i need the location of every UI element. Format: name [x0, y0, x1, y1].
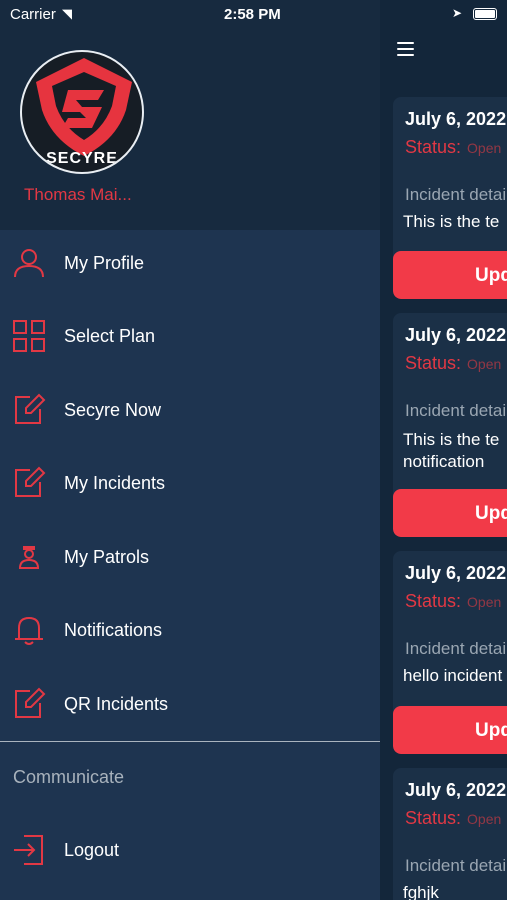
- menu-label: My Patrols: [64, 547, 150, 567]
- status-bar: Carrier ◥ 2:58 PM ➤: [0, 0, 507, 28]
- incident-card[interactable]: July 6, 2022 Status:Open Incident detail…: [393, 313, 507, 537]
- edit-icon: [15, 393, 46, 424]
- logout-icon: [14, 835, 43, 865]
- clock: 2:58 PM: [224, 6, 281, 23]
- avatar[interactable]: SECYRE: [20, 50, 144, 174]
- incident-status: Status: Open: [405, 591, 502, 611]
- edit-icon: [15, 687, 46, 718]
- menu-item-qr-incidents[interactable]: QR Incidents: [0, 669, 380, 739]
- incident-detail-text: This is the te notification: [403, 430, 500, 471]
- incident-card[interactable]: July 6, 2022 Status:Open Incident detail…: [393, 97, 507, 299]
- edit-icon: [15, 466, 46, 497]
- update-button[interactable]: Update: [393, 489, 507, 537]
- incident-detail-text: hello incident: [403, 666, 503, 685]
- brand-text: SECYRE: [46, 150, 118, 167]
- menu-item-my-incidents[interactable]: My Incidents: [0, 448, 380, 518]
- menu-label: Secyre Now: [64, 400, 162, 420]
- menu-label: Select Plan: [64, 326, 156, 346]
- wifi-icon: ◥: [62, 6, 72, 21]
- incident-detail-label: Incident details: [405, 185, 507, 204]
- section-communicate: Communicate: [13, 767, 125, 787]
- grid-icon: [13, 320, 45, 352]
- drawer-divider: [0, 741, 380, 742]
- incident-detail-label: Incident details: [405, 639, 507, 658]
- hamburger-menu-icon[interactable]: [397, 42, 419, 62]
- incident-card[interactable]: July 6, 2022 Status:Open Incident detail…: [393, 551, 507, 754]
- incident-status: Status: Open: [405, 353, 502, 373]
- menu-label: My Profile: [64, 253, 145, 273]
- incident-detail-label: Incident details: [405, 856, 507, 875]
- menu-item-my-patrols[interactable]: My Patrols: [0, 522, 380, 592]
- side-drawer: SECYRE Thomas Mai... My Profile Select P…: [0, 0, 380, 900]
- incident-status: Status: Open: [405, 137, 502, 157]
- battery-icon: [473, 8, 497, 20]
- menu-label: QR Incidents: [64, 694, 169, 714]
- incident-date: July 6, 2022: [405, 563, 507, 583]
- incident-card[interactable]: July 6, 2022 Status:Open Incident detail…: [393, 768, 507, 900]
- incident-detail-text: This is the te: [403, 212, 500, 231]
- person-icon: [14, 249, 44, 278]
- menu-item-notifications[interactable]: Notifications: [0, 595, 380, 665]
- menu-item-my-profile[interactable]: My Profile: [0, 228, 380, 298]
- menu-label: Logout: [64, 840, 120, 860]
- incident-detail-text: fghjk: [403, 883, 439, 900]
- guard-icon: [18, 546, 40, 569]
- update-button[interactable]: Update: [393, 706, 507, 754]
- user-name[interactable]: Thomas Mai...: [24, 185, 132, 205]
- menu-item-secyre-now[interactable]: Secyre Now: [0, 375, 380, 445]
- menu-label: Notifications: [64, 620, 163, 640]
- bell-icon: [15, 616, 43, 645]
- carrier-label: Carrier: [10, 6, 56, 23]
- incident-date: July 6, 2022: [405, 109, 507, 129]
- incident-date: July 6, 2022: [405, 325, 507, 345]
- location-arrow-icon: ➤: [452, 6, 463, 20]
- update-button[interactable]: Update: [393, 251, 507, 299]
- incident-status: Status: Open: [405, 808, 502, 828]
- incident-detail-label: Incident details: [405, 401, 507, 420]
- menu-item-logout[interactable]: Logout: [0, 815, 380, 885]
- incident-date: July 6, 2022: [405, 780, 507, 800]
- menu-label: My Incidents: [64, 473, 166, 493]
- drawer-header: SECYRE Thomas Mai...: [0, 0, 380, 230]
- menu-item-select-plan[interactable]: Select Plan: [0, 301, 380, 371]
